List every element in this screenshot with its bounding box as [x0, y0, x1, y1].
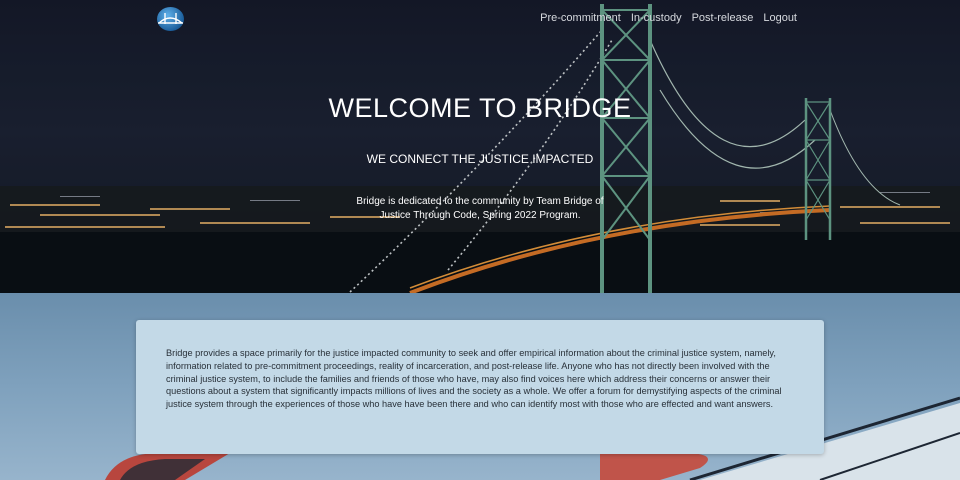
hero-description: Bridge is dedicated to the community by … — [356, 196, 604, 221]
bridge-background-image — [0, 0, 960, 293]
hero-banner: Pre-commitment In-custody Post-release L… — [0, 0, 960, 293]
top-navbar: Pre-commitment In-custody Post-release L… — [0, 0, 960, 40]
nav-link-logout[interactable]: Logout — [763, 12, 797, 24]
nav-link-post-release[interactable]: Post-release — [692, 12, 754, 24]
nav-link-pre-commitment[interactable]: Pre-commitment — [540, 12, 621, 24]
about-card: Bridge provides a space primarily for th… — [136, 320, 824, 454]
bridge-logo-icon[interactable] — [157, 7, 184, 31]
page-title: WELCOME TO BRIDGE — [328, 93, 632, 123]
nav-link-in-custody[interactable]: In-custody — [631, 12, 682, 24]
nav-links: Pre-commitment In-custody Post-release L… — [540, 12, 797, 24]
hero-subtitle: WE CONNECT THE JUSTICE IMPACTED — [366, 152, 594, 166]
about-text: Bridge provides a space primarily for th… — [166, 348, 782, 410]
